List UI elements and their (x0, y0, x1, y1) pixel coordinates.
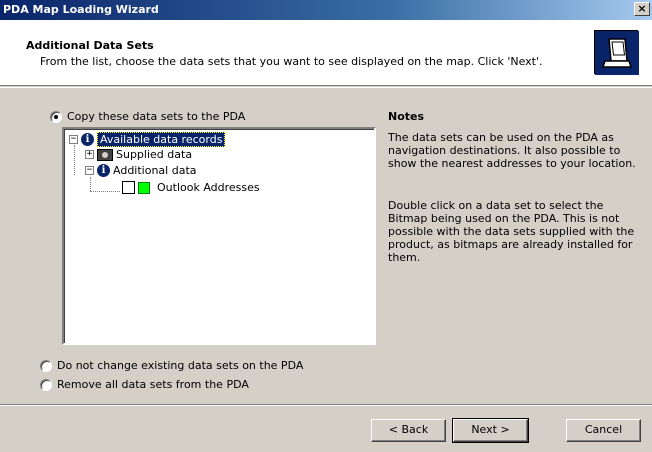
option-remove-all[interactable]: Remove all data sets from the PDA (40, 378, 249, 391)
radio-no-change[interactable] (40, 359, 52, 372)
title-bar: PDA Map Loading Wizard × (0, 0, 652, 20)
wizard-header: Additional Data Sets From the list, choo… (0, 20, 652, 86)
notes-title: Notes (388, 110, 425, 123)
tree-node-label[interactable]: Supplied data (116, 148, 192, 161)
tree-node-outlook[interactable]: Outlook Addresses (122, 181, 260, 194)
header-divider (0, 87, 652, 88)
color-swatch (138, 181, 150, 194)
info-icon: i (81, 133, 94, 146)
tree-node-additional[interactable]: − i Additional data (85, 164, 197, 177)
collapse-icon[interactable]: − (85, 166, 94, 175)
back-button[interactable]: < Back (371, 419, 446, 442)
tree-line (90, 191, 120, 192)
camera-icon (97, 148, 113, 161)
notes-paragraph-2: Double click on a data set to select the… (388, 199, 635, 264)
tree-node-supplied[interactable]: + Supplied data (85, 148, 192, 161)
tree-node-label[interactable]: Additional data (113, 164, 197, 177)
window-title: PDA Map Loading Wizard (3, 3, 159, 16)
notes-paragraph-1: The data sets can be used on the PDA as … (388, 131, 636, 170)
info-icon: i (97, 164, 110, 177)
pda-icon (594, 30, 639, 75)
next-button[interactable]: Next > (452, 418, 529, 443)
option-no-change[interactable]: Do not change existing data sets on the … (40, 359, 303, 372)
option-copy[interactable]: Copy these data sets to the PDA (50, 110, 245, 123)
radio-copy[interactable] (50, 110, 62, 123)
tree-node-root[interactable]: − i Available data records (69, 132, 226, 147)
page-subtitle: From the list, choose the data sets that… (40, 55, 543, 68)
tree-node-label[interactable]: Outlook Addresses (157, 181, 260, 194)
tree-node-label[interactable]: Available data records (97, 132, 226, 147)
tree-line (90, 177, 91, 191)
tree-line (74, 145, 75, 175)
option-copy-label: Copy these data sets to the PDA (67, 110, 246, 123)
collapse-icon[interactable]: − (69, 135, 78, 144)
footer-divider-highlight (0, 405, 652, 406)
radio-remove-all[interactable] (40, 378, 52, 391)
expand-icon[interactable]: + (85, 150, 94, 159)
data-records-tree[interactable]: − i Available data records + Supplied da… (62, 127, 376, 345)
cancel-button[interactable]: Cancel (566, 419, 641, 442)
wizard-window: PDA Map Loading Wizard × Additional Data… (0, 0, 652, 452)
outlook-checkbox[interactable] (122, 181, 135, 194)
option-no-change-label: Do not change existing data sets on the … (57, 359, 304, 372)
page-title: Additional Data Sets (26, 39, 154, 52)
option-remove-all-label: Remove all data sets from the PDA (57, 378, 249, 391)
close-button[interactable]: × (634, 2, 650, 16)
